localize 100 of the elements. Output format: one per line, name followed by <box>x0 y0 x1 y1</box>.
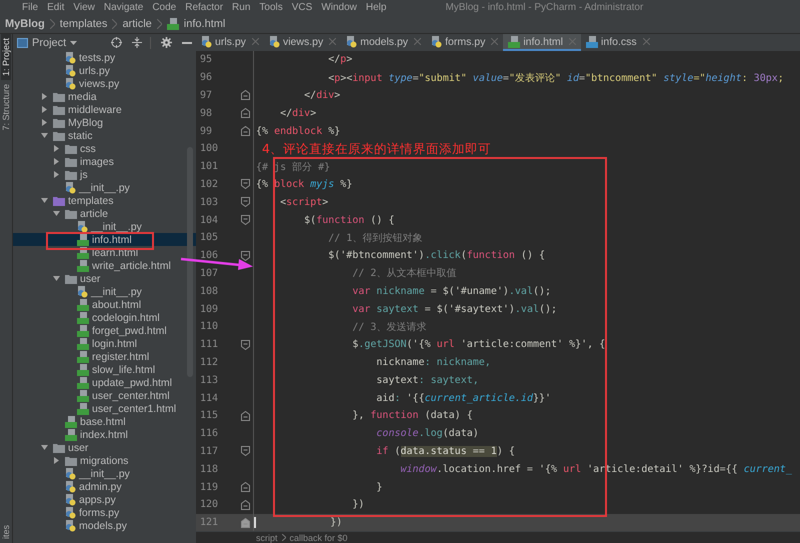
collapse-all-icon[interactable] <box>132 37 142 48</box>
editor-tab[interactable]: urls.py <box>196 34 264 51</box>
line-number: 111 <box>199 339 220 350</box>
breadcrumb-item[interactable]: article <box>122 18 152 30</box>
editor-tab[interactable]: views.py <box>264 34 342 51</box>
folder-row[interactable]: user <box>13 272 104 285</box>
folder-row[interactable]: templates <box>13 194 118 207</box>
breadcrumb-item[interactable]: templates <box>60 18 108 30</box>
fold-marker-icon[interactable] <box>240 340 250 350</box>
fold-marker-icon[interactable] <box>240 179 250 190</box>
file-row[interactable]: learn.html <box>13 246 142 259</box>
menu-item[interactable]: Window <box>321 2 357 12</box>
tool-window-tab[interactable]: 7: Structure <box>1 80 11 135</box>
editor-tab[interactable]: forms.py <box>426 34 504 51</box>
menu-item[interactable]: Refactor <box>185 2 224 12</box>
fold-end-icon[interactable] <box>240 90 250 100</box>
fold-end-icon[interactable] <box>240 482 250 492</box>
menu-item[interactable]: Code <box>152 2 176 12</box>
fold-end-icon[interactable] <box>240 410 250 421</box>
fold-marker-icon[interactable] <box>240 197 250 208</box>
collapsed-arrow-icon[interactable] <box>41 93 48 100</box>
collapsed-arrow-icon[interactable] <box>41 106 48 113</box>
file-row[interactable]: about.html <box>13 298 146 311</box>
code-line: }) <box>254 517 342 528</box>
menu-item[interactable]: Help <box>366 2 386 12</box>
tool-window-tab[interactable]: ites <box>1 520 11 543</box>
line-number: 114 <box>199 392 220 404</box>
file-row[interactable]: tests.py <box>13 51 120 64</box>
file-row[interactable]: views.py <box>13 77 124 90</box>
python-file-icon <box>65 520 76 532</box>
file-row[interactable]: apps.py <box>13 493 120 506</box>
menu-item[interactable]: Edit <box>47 2 64 12</box>
fold-end-icon[interactable] <box>240 518 250 528</box>
folder-row[interactable]: migrations <box>13 454 132 467</box>
folder-row[interactable]: article <box>13 207 112 220</box>
expanded-arrow-icon[interactable] <box>53 275 60 282</box>
expanded-arrow-icon[interactable] <box>41 197 48 204</box>
target-icon[interactable] <box>111 37 122 48</box>
collapsed-arrow-icon[interactable] <box>53 171 60 178</box>
scrollbar-thumb[interactable] <box>187 147 193 377</box>
breadcrumb-item[interactable]: MyBlog <box>5 18 45 30</box>
panel-title[interactable]: Project <box>32 36 66 48</box>
menu-item[interactable]: Tools <box>259 2 283 12</box>
file-row[interactable]: login.html <box>13 337 141 350</box>
file-row[interactable]: register.html <box>13 350 154 363</box>
minimize-icon[interactable] <box>182 42 192 44</box>
file-row[interactable]: user_center1.html <box>13 402 180 415</box>
settings-icon[interactable] <box>161 37 172 48</box>
file-row[interactable]: write_article.html <box>13 259 175 272</box>
collapsed-arrow-icon[interactable] <box>53 457 60 464</box>
file-row[interactable]: info.html <box>13 233 196 246</box>
file-row[interactable]: __init__.py <box>13 285 146 298</box>
collapsed-arrow-icon[interactable] <box>53 145 60 152</box>
fold-end-icon[interactable] <box>240 500 250 510</box>
menu-item[interactable]: View <box>73 2 95 12</box>
status-breadcrumb[interactable]: script <box>256 532 278 542</box>
folder-row[interactable]: media <box>13 90 101 103</box>
folder-row[interactable]: css <box>13 142 100 155</box>
file-row[interactable]: forms.py <box>13 506 124 519</box>
fold-end-icon[interactable] <box>240 108 250 118</box>
folder-row[interactable]: static <box>13 129 97 142</box>
fold-marker-icon[interactable] <box>240 250 250 261</box>
file-row[interactable]: base.html <box>13 415 130 428</box>
expanded-arrow-icon[interactable] <box>41 132 48 139</box>
file-row[interactable]: __init__.py <box>13 181 134 194</box>
status-breadcrumb[interactable]: callback for $0 <box>290 532 348 542</box>
collapsed-arrow-icon[interactable] <box>41 119 48 126</box>
line-number: 121 <box>199 517 220 528</box>
menu-item[interactable]: Navigate <box>104 2 144 12</box>
collapsed-arrow-icon[interactable] <box>53 158 60 165</box>
folder-row[interactable]: MyBlog <box>13 116 108 129</box>
file-row[interactable]: models.py <box>13 519 131 532</box>
fold-marker-icon[interactable] <box>240 215 250 226</box>
folder-row[interactable]: middleware <box>13 103 126 116</box>
file-row[interactable]: user_center.html <box>13 389 174 402</box>
file-row[interactable]: urls.py <box>13 64 114 77</box>
file-row[interactable]: update_pwd.html <box>13 376 176 389</box>
menu-item[interactable]: VCS <box>292 2 312 12</box>
folder-row[interactable]: images <box>13 155 118 168</box>
fold-end-icon[interactable] <box>240 126 250 136</box>
file-row[interactable]: __init__.py <box>13 467 134 480</box>
file-row[interactable]: admin.py <box>13 480 126 493</box>
fold-marker-icon[interactable] <box>240 446 250 456</box>
folder-row[interactable]: js <box>13 168 92 181</box>
tool-window-tab[interactable]: 1: Project <box>1 34 11 80</box>
dropdown-caret-icon[interactable] <box>70 40 78 44</box>
menu-item[interactable]: Run <box>232 2 250 12</box>
expanded-arrow-icon[interactable] <box>53 210 60 217</box>
editor-tab[interactable]: info.html <box>503 34 582 51</box>
editor-tab[interactable]: info.css <box>581 34 655 51</box>
file-row[interactable]: forget_pwd.html <box>13 324 171 337</box>
expanded-arrow-icon[interactable] <box>41 444 48 451</box>
file-row[interactable]: __init__.py <box>13 220 146 233</box>
editor-tab[interactable]: models.py <box>341 34 426 51</box>
file-row[interactable]: codelogin.html <box>13 311 164 324</box>
folder-row[interactable]: user <box>13 441 92 454</box>
file-row[interactable]: index.html <box>13 428 132 441</box>
breadcrumb-item[interactable]: info.html <box>184 18 226 30</box>
file-row[interactable]: slow_life.html <box>13 363 160 376</box>
menu-item[interactable]: File <box>22 2 38 12</box>
